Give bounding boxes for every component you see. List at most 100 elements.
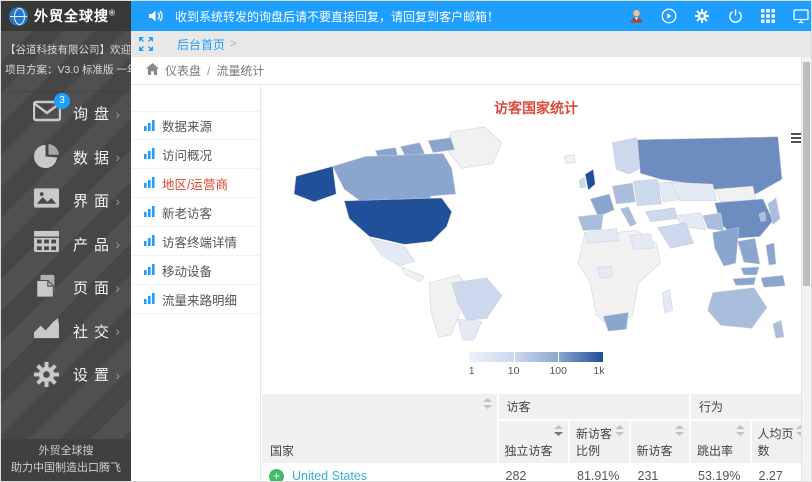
map-new-zealand xyxy=(773,320,784,338)
bar-chart-icon xyxy=(144,264,156,276)
col-header-new-visitor-ratio[interactable]: 新访客比例 xyxy=(569,420,630,464)
power-icon[interactable] xyxy=(727,8,743,24)
product-grid-icon xyxy=(33,230,63,258)
map-nigeria xyxy=(597,266,612,278)
fullscreen-expand-icon[interactable] xyxy=(131,31,161,57)
play-circle-icon[interactable] xyxy=(661,8,677,24)
pie-chart-icon xyxy=(33,143,63,171)
sort-icon[interactable] xyxy=(675,425,684,439)
sidebar-item-inquiry[interactable]: 3 询盘 › xyxy=(1,92,131,136)
submenu-item-new-old-visitors[interactable]: 新老访客 xyxy=(131,198,260,227)
expand-row-button[interactable]: + xyxy=(269,469,284,482)
map-united-kingdom xyxy=(585,169,595,190)
submenu-item-traffic-sources[interactable]: 流量来路明细 xyxy=(131,285,260,314)
image-icon xyxy=(33,187,63,215)
map-legend: 1 10 100 1k xyxy=(469,352,603,378)
top-header: 外贸全球搜® 收到系统转发的询盘后请不要直接回复，请回复到客户邮箱！ xyxy=(1,1,811,31)
breadcrumb-page: 流量统计 xyxy=(216,62,264,79)
map-united-states xyxy=(344,198,451,244)
apps-grid-icon[interactable] xyxy=(760,8,776,24)
monitor-icon[interactable] xyxy=(793,8,809,24)
chevron-right-icon: › xyxy=(115,149,120,165)
col-header-unique-visitors[interactable]: 独立访客 xyxy=(498,420,570,464)
footer-slogan: 助力中国制造出口腾飞 xyxy=(1,460,131,478)
table-row-united-states: +United States 282 81.91% 231 53.19% 2.2… xyxy=(261,464,811,482)
bar-chart-icon xyxy=(144,293,156,305)
welcome-text: 【谷道科技有限公司】欢迎您! xyxy=(5,40,127,60)
sidebar-item-social[interactable]: 社交 › xyxy=(1,309,131,353)
settings-gear-icon xyxy=(33,361,63,389)
sort-icon-active-desc[interactable] xyxy=(554,425,563,439)
map-mongolia xyxy=(716,186,756,202)
submenu-item-terminal-details[interactable]: 访客终端详情 xyxy=(131,227,260,256)
map-eastern-europe xyxy=(633,179,661,206)
submenu-item-visit-overview[interactable]: 访问概况 xyxy=(131,140,260,169)
submenu-item-region-operator[interactable]: 地区/运营商 xyxy=(131,169,260,198)
tab-backend-home[interactable]: 后台首页 xyxy=(177,36,225,53)
gear-icon[interactable] xyxy=(694,8,710,24)
tab-separator: > xyxy=(230,38,236,50)
scrollbar-thumb[interactable] xyxy=(803,62,810,286)
envelope-icon: 3 xyxy=(33,100,63,128)
submenu-item-mobile-devices[interactable]: 移动设备 xyxy=(131,256,260,285)
country-stats-table: 国家 访客 行为 独立访客 xyxy=(261,393,811,482)
map-egypt xyxy=(630,233,653,249)
chevron-right-icon: › xyxy=(115,280,120,296)
cell-new-visitor-ratio: 81.91% xyxy=(569,464,630,482)
sort-icon[interactable] xyxy=(615,425,624,439)
speaker-icon xyxy=(147,8,163,24)
logo-text: 外贸全球搜® xyxy=(34,6,116,26)
sidebar-item-products[interactable]: 产品 › xyxy=(1,222,131,266)
trend-chart-icon xyxy=(33,317,63,345)
map-germany xyxy=(612,183,635,204)
map-australia xyxy=(708,288,767,328)
world-map-chart xyxy=(285,121,787,343)
globe-logo-icon xyxy=(9,7,28,26)
chevron-right-icon: › xyxy=(115,106,120,122)
sort-icon[interactable] xyxy=(736,425,745,439)
legend-gradient-bar xyxy=(469,352,603,362)
breadcrumb-section[interactable]: 仪表盘 xyxy=(165,62,201,79)
inquiry-badge: 3 xyxy=(54,93,70,109)
plan-text: 项目方案：V3.0 标准版 一年 xyxy=(5,60,127,80)
map-spain xyxy=(578,214,603,231)
col-header-new-visitors[interactable]: 新访客 xyxy=(630,420,691,464)
map-philippines xyxy=(766,243,776,265)
bar-chart-icon xyxy=(144,206,156,218)
map-greenland xyxy=(447,127,502,168)
legend-tick: 10 xyxy=(508,365,520,377)
sort-icon[interactable] xyxy=(483,398,492,412)
pages-icon xyxy=(33,274,63,302)
breadcrumb: 仪表盘 / 流量统计 xyxy=(131,57,811,85)
chevron-right-icon: › xyxy=(115,367,120,383)
chart-title: 访客国家统计 xyxy=(261,98,811,118)
col-header-bounce-rate[interactable]: 跳出率 xyxy=(690,420,751,464)
registered-mark: ® xyxy=(109,8,116,17)
sidebar-item-interface[interactable]: 界面 › xyxy=(1,179,131,223)
map-indonesia xyxy=(733,277,756,285)
announcement-bar: 收到系统转发的询盘后请不要直接回复，请回复到客户邮箱！ xyxy=(131,1,628,31)
header-actions xyxy=(628,1,811,31)
map-alaska xyxy=(294,166,336,202)
sidebar-item-settings[interactable]: 设置 › xyxy=(1,353,131,397)
map-scandinavia xyxy=(612,138,641,175)
map-north-africa xyxy=(584,229,618,244)
logo[interactable]: 外贸全球搜® xyxy=(1,1,131,31)
bar-chart-icon xyxy=(144,120,156,132)
map-france xyxy=(590,194,614,217)
bar-chart-icon xyxy=(144,235,156,247)
cell-unique-visitors: 282 xyxy=(498,464,570,482)
map-central-america xyxy=(401,267,424,282)
user-avatar[interactable] xyxy=(628,8,644,24)
group-header-behavior: 行为 xyxy=(690,393,811,420)
vertical-scrollbar[interactable] xyxy=(801,57,811,482)
choropleth-map[interactable] xyxy=(285,121,787,343)
cell-bounce-rate: 53.19% xyxy=(690,464,751,482)
sidebar-item-data[interactable]: 数据 › xyxy=(1,135,131,179)
bar-chart-icon xyxy=(144,148,156,160)
country-link[interactable]: United States xyxy=(292,469,367,482)
col-header-country[interactable]: 国家 xyxy=(261,393,498,464)
chevron-right-icon: › xyxy=(115,193,120,209)
sidebar-item-pages[interactable]: 页面 › xyxy=(1,266,131,310)
submenu-item-data-source[interactable]: 数据来源 xyxy=(131,111,260,140)
